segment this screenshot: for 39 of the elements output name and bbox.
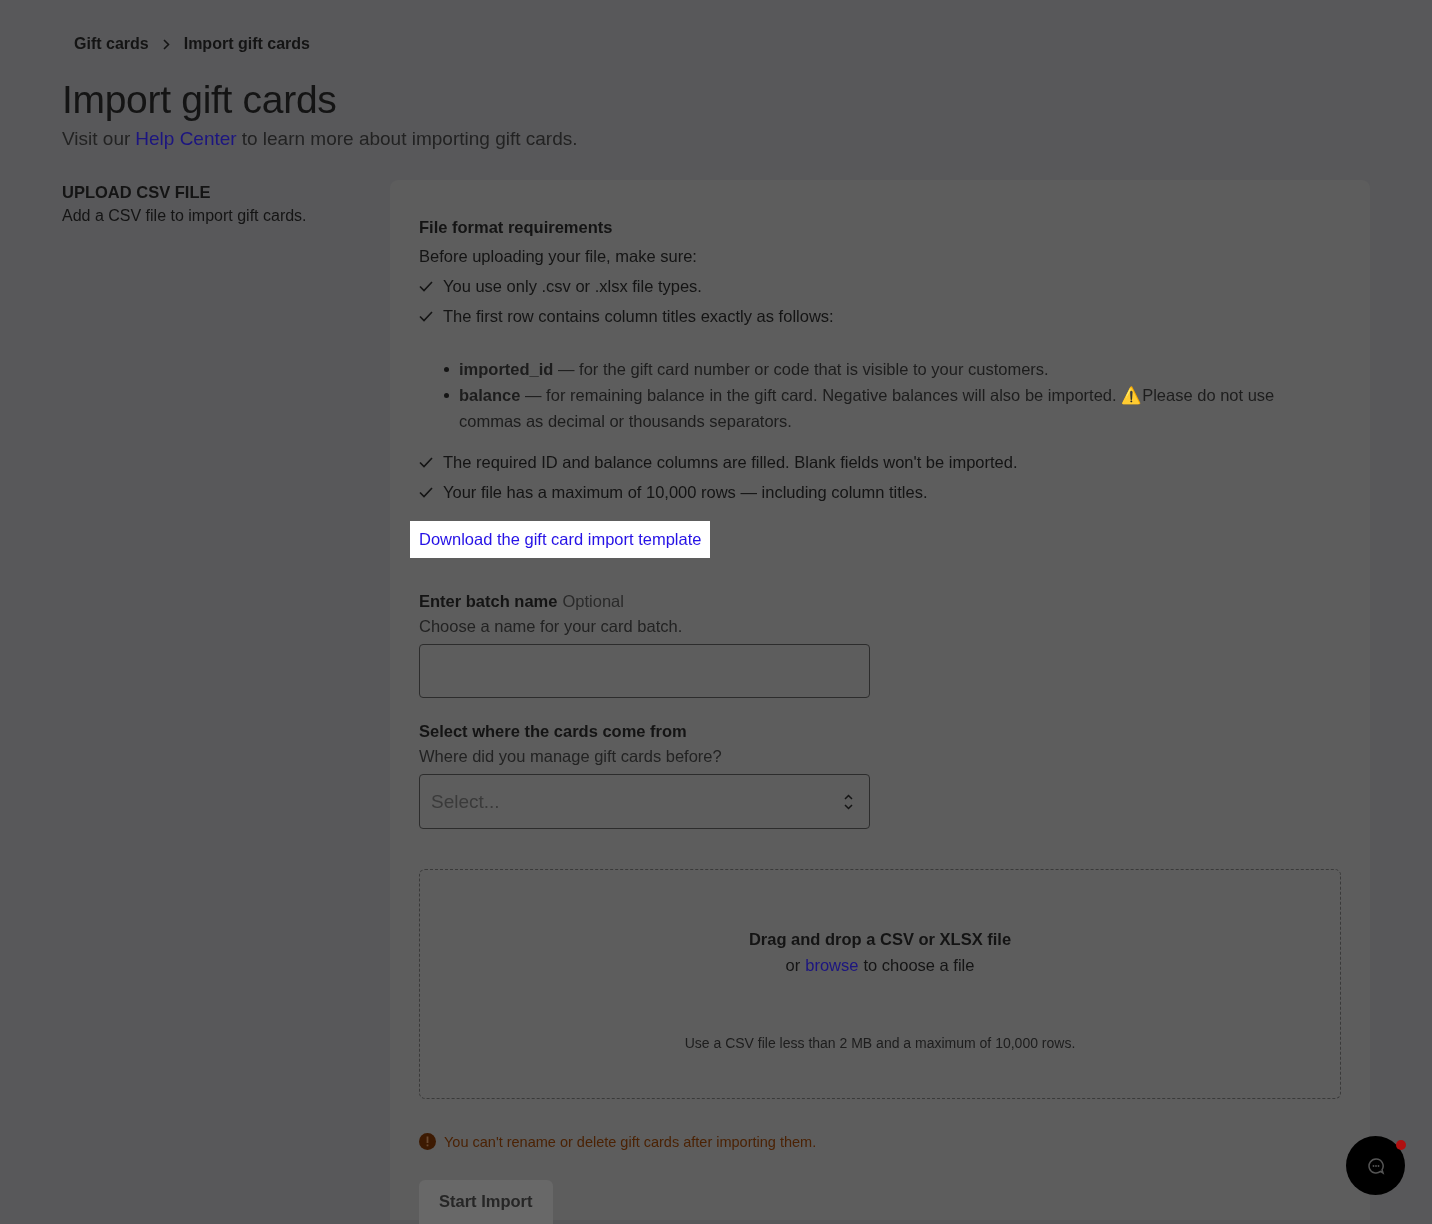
- breadcrumb-link[interactable]: Gift cards: [74, 35, 149, 53]
- breadcrumb-link[interactable]: Import gift cards: [183, 35, 310, 53]
- warning-text: You can't rename or delete gift cards after importing them.: [444, 1133, 817, 1150]
- bullet-icon: [444, 393, 449, 398]
- intro-text: to learn more about importing gift cards.: [241, 128, 578, 150]
- check-icon: [419, 281, 433, 292]
- requirement-text: Your file has a maximum of 10,000 rows — including column titles.: [443, 483, 928, 502]
- page-title: Import gift cards: [62, 78, 338, 122]
- check-icon: [419, 487, 433, 498]
- drop-zone-title: Drag and drop a CSV or XLSX file: [748, 930, 1012, 949]
- check-icon: [419, 311, 433, 322]
- up-down-caret-icon: [844, 793, 853, 810]
- drop-zone-text: to choose a file: [863, 956, 975, 975]
- field-help-text: Where did you manage gift cards before?: [419, 747, 723, 766]
- requirement-text: You use only .csv or .xlsx file types.: [443, 277, 702, 296]
- drop-zone-text: or: [785, 956, 801, 975]
- check-icon: [419, 457, 433, 468]
- requirement-text: The first row contains column titles exactly as follows:: [443, 307, 834, 326]
- batch-name-input[interactable]: [419, 644, 870, 698]
- field-help-text: Choose a name for your card batch.: [419, 617, 684, 636]
- requirements-lead: Before uploading your file, make sure:: [419, 247, 698, 266]
- file-limits-text: Use a CSV file less than 2 MB and a maximum of 10,000 rows.: [684, 1035, 1076, 1051]
- help-center-link[interactable]: Help Center: [135, 128, 237, 150]
- file-drop-zone[interactable]: Drag and drop a CSV or XLSX file or browse to choose a file Use a CSV file less than 2 MB and a maximum of 10,000 rows.: [419, 869, 1341, 1099]
- section-description: Add a CSV file to import gift cards.: [62, 207, 308, 225]
- exclamation-icon: [419, 1133, 436, 1150]
- column-description: imported_id — for the gift card number or code that is visible to your customers.: [459, 359, 1049, 380]
- bullet-icon: [444, 367, 449, 372]
- chat-bubble-icon: [1366, 1156, 1385, 1175]
- browse-link[interactable]: browse: [805, 956, 859, 975]
- intro-text: Visit our: [62, 128, 131, 150]
- template-download-link[interactable]: Download the gift card import template: [410, 521, 711, 558]
- field-label: Enter batch name: [419, 592, 558, 611]
- chevron-right-icon: [162, 38, 170, 50]
- field-label: Select where the cards come from: [419, 722, 687, 741]
- requirement-text: The required ID and balance columns are filled. Blank fields won't be imported.: [443, 453, 1018, 472]
- section-heading: UPLOAD CSV FILE: [62, 183, 212, 202]
- requirements-heading: File format requirements: [419, 218, 614, 237]
- column-description: balance — for remaining balance in the gift card. Negative balances will also be imported. ⚠Please do not use commas as decimal or thousands separators.: [459, 385, 1276, 432]
